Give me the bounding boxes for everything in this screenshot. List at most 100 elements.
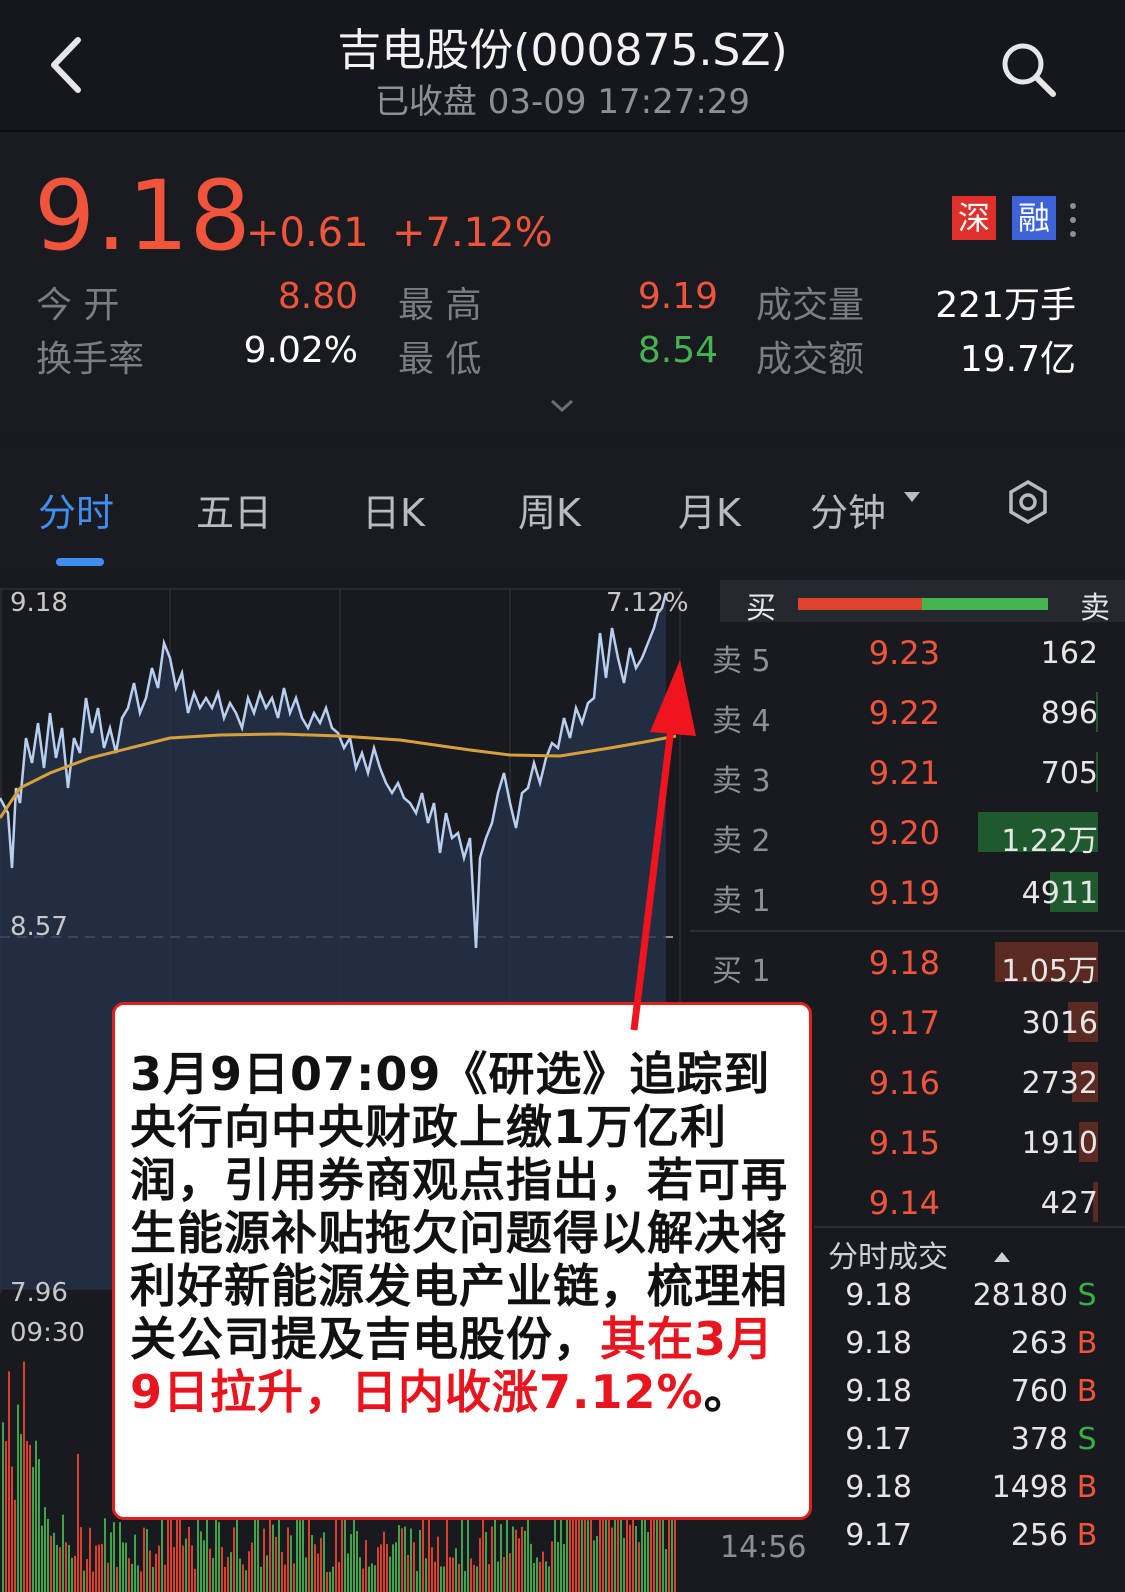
volume-bar bbox=[629, 1524, 631, 1592]
ask-level-price[interactable]: 9.20 bbox=[820, 814, 940, 852]
volume-bar bbox=[668, 1511, 670, 1592]
volume-bar bbox=[476, 1566, 478, 1592]
bid-level-price[interactable]: 9.14 bbox=[820, 1184, 940, 1222]
volume-bar bbox=[239, 1558, 241, 1592]
tab-monthly-k[interactable]: 月K bbox=[678, 482, 741, 537]
volume-bar bbox=[275, 1536, 277, 1592]
tab-weekly-k[interactable]: 周K bbox=[518, 482, 581, 537]
volume-bar bbox=[359, 1557, 361, 1592]
volume-bar bbox=[68, 1544, 70, 1592]
bid-level-price[interactable]: 9.15 bbox=[820, 1124, 940, 1162]
stat-label: 成交额 bbox=[756, 339, 865, 380]
volume-bar bbox=[614, 1514, 616, 1592]
trades-title[interactable]: 分时成交 bbox=[828, 1232, 948, 1276]
dropdown-caret-icon[interactable] bbox=[902, 490, 922, 504]
volume-bar bbox=[29, 1444, 31, 1592]
volume-bar bbox=[38, 1459, 40, 1592]
volume-bar bbox=[464, 1570, 466, 1592]
stat-label: 最 高 bbox=[398, 285, 482, 326]
volume-bar bbox=[395, 1542, 397, 1592]
volume-bar bbox=[17, 1404, 19, 1592]
volume-bar bbox=[671, 1516, 673, 1592]
tab-daily-k[interactable]: 日K bbox=[362, 482, 425, 537]
volume-bar bbox=[140, 1571, 142, 1592]
volume-bar bbox=[458, 1563, 460, 1592]
volume-bar bbox=[419, 1529, 421, 1592]
market-status: 已收盘 03-09 17:27:29 bbox=[374, 82, 751, 122]
ask-level-price[interactable]: 9.19 bbox=[820, 874, 940, 912]
sell-label: 卖 bbox=[1080, 591, 1110, 626]
volume-bar bbox=[47, 1518, 49, 1592]
trade-side: B bbox=[1076, 1518, 1098, 1553]
volume-bar bbox=[353, 1515, 355, 1592]
volume-bar bbox=[173, 1547, 175, 1592]
volume-bar bbox=[116, 1567, 118, 1592]
ask-level-price[interactable]: 9.22 bbox=[820, 694, 940, 732]
trade-side: S bbox=[1077, 1422, 1097, 1457]
ask-level-volume: 4911 bbox=[1021, 876, 1098, 911]
volume-bar bbox=[14, 1499, 16, 1592]
trade-side: B bbox=[1076, 1374, 1098, 1409]
volume-bar bbox=[245, 1570, 247, 1592]
volume-bar bbox=[131, 1563, 133, 1592]
trade-volume: 263 bbox=[1010, 1326, 1068, 1361]
volume-bar bbox=[299, 1520, 301, 1592]
bid-level-price[interactable]: 9.17 bbox=[820, 1004, 940, 1042]
tab-five-day[interactable]: 五日 bbox=[196, 482, 272, 537]
volume-bar bbox=[203, 1540, 205, 1592]
volume-bar bbox=[626, 1519, 628, 1592]
stat-value: 8.80 bbox=[277, 276, 358, 317]
price-change: +0.61 bbox=[246, 210, 369, 256]
ask-level-price[interactable]: 9.21 bbox=[820, 754, 940, 792]
trade-price: 9.18 bbox=[845, 1326, 912, 1361]
volume-bar bbox=[425, 1558, 427, 1592]
volume-bar bbox=[290, 1535, 292, 1592]
trade-price: 9.18 bbox=[845, 1470, 912, 1505]
chevron-down-icon[interactable] bbox=[548, 398, 576, 414]
trades-divider bbox=[814, 1226, 1125, 1228]
volume-bar bbox=[347, 1553, 349, 1592]
volume-bar bbox=[518, 1538, 520, 1592]
ask-level-price[interactable]: 9.23 bbox=[820, 634, 940, 672]
volume-bar bbox=[281, 1551, 283, 1592]
volume-bar bbox=[155, 1553, 157, 1592]
margin-badge[interactable]: 融 bbox=[1012, 196, 1056, 240]
tab-minute[interactable]: 分钟 bbox=[810, 482, 886, 537]
volume-bar bbox=[152, 1567, 154, 1592]
volume-bar bbox=[374, 1565, 376, 1592]
volume-bar bbox=[386, 1544, 388, 1592]
bid-level-price[interactable]: 9.18 bbox=[820, 944, 940, 982]
stat-label: 换手率 bbox=[36, 339, 145, 380]
volume-bar bbox=[80, 1527, 82, 1592]
volume-bar bbox=[89, 1527, 91, 1592]
volume-bar bbox=[542, 1551, 544, 1592]
volume-bar bbox=[356, 1531, 358, 1592]
settings-icon[interactable] bbox=[1004, 478, 1052, 526]
shenzhen-badge[interactable]: 深 bbox=[952, 196, 996, 240]
volume-bar bbox=[365, 1540, 367, 1592]
volume-bar bbox=[593, 1540, 595, 1592]
volume-bar bbox=[323, 1532, 325, 1592]
tab-intraday[interactable]: 分时 bbox=[38, 482, 114, 537]
volume-bar bbox=[158, 1545, 160, 1592]
volume-bar bbox=[227, 1556, 229, 1592]
bid-level-price[interactable]: 9.16 bbox=[820, 1064, 940, 1102]
trade-volume: 256 bbox=[1010, 1518, 1068, 1553]
more-icon[interactable] bbox=[1068, 200, 1078, 240]
stat-value: 19.7亿 bbox=[959, 339, 1076, 380]
caret-up-icon[interactable] bbox=[992, 1250, 1012, 1264]
active-tab-indicator bbox=[56, 558, 104, 566]
volume-bar bbox=[647, 1531, 649, 1592]
volume-bar bbox=[209, 1548, 211, 1592]
search-icon[interactable] bbox=[995, 36, 1065, 106]
stat-label: 成交量 bbox=[756, 285, 865, 326]
volume-bar bbox=[119, 1522, 121, 1592]
volume-bar bbox=[266, 1555, 268, 1592]
volume-bar bbox=[200, 1531, 202, 1592]
volume-bar bbox=[560, 1517, 562, 1592]
volume-bar bbox=[23, 1361, 25, 1592]
volume-bar bbox=[260, 1566, 262, 1592]
volume-bar bbox=[5, 1441, 7, 1592]
ask-level-volume: 1.22万 bbox=[1001, 824, 1098, 859]
volume-bar bbox=[611, 1527, 613, 1592]
